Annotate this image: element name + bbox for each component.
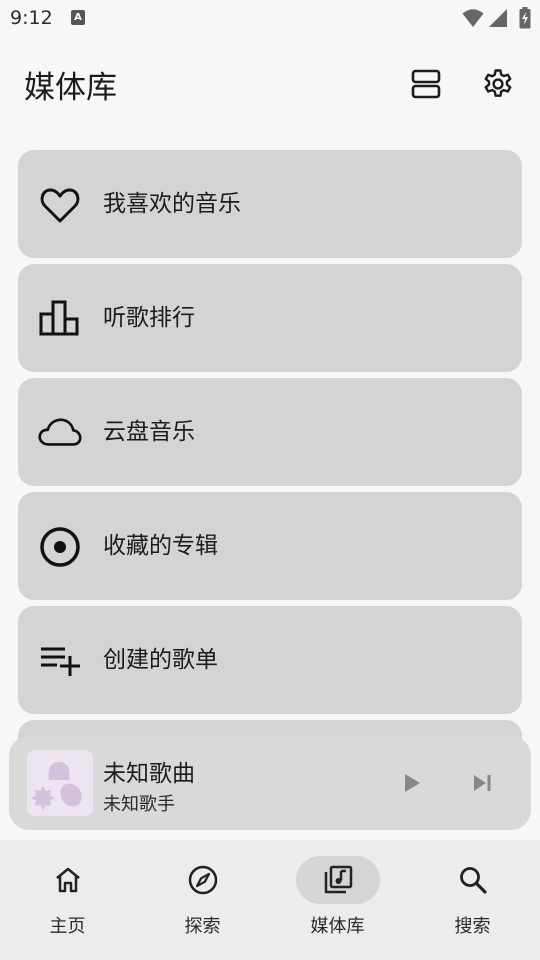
page-title: 媒体库 [24, 70, 117, 106]
cloud-outline-icon [38, 411, 82, 455]
home-icon [55, 867, 80, 893]
nav-item-library[interactable]: 媒体库 [270, 840, 405, 960]
bottom-navigation: 主页 探索 媒体库 搜索 [0, 840, 540, 960]
library-music-icon [324, 865, 352, 894]
library-item-cloud[interactable]: 云盘音乐 [18, 378, 522, 486]
wifi-icon [462, 9, 484, 27]
notification-a-icon: A [71, 10, 85, 25]
library-item-albums[interactable]: 收藏的专辑 [18, 492, 522, 600]
library-item-label: 我喜欢的音乐 [103, 191, 241, 217]
mini-player[interactable]: 未知歌曲 未知歌手 [9, 736, 531, 830]
nav-pill-active [295, 856, 380, 904]
playlist-add-icon [38, 639, 82, 683]
library-item-label: 云盘音乐 [103, 419, 195, 445]
play-button[interactable] [393, 764, 431, 802]
status-time: 9:12 [10, 7, 53, 29]
album-cover [27, 750, 93, 816]
song-title: 未知歌曲 [103, 761, 195, 787]
library-item-label: 听歌排行 [103, 305, 195, 331]
library-item-favorites[interactable]: 我喜欢的音乐 [18, 150, 522, 258]
placeholder-shapes-icon [31, 762, 82, 810]
view-layout-button[interactable] [400, 62, 452, 106]
library-item-ranking[interactable]: 听歌排行 [18, 264, 522, 372]
status-bar: 9:12 A [0, 0, 540, 36]
song-artist: 未知歌手 [103, 794, 175, 815]
nav-pill [161, 856, 245, 904]
nav-item-search[interactable]: 搜索 [405, 840, 540, 960]
nav-item-home[interactable]: 主页 [0, 840, 135, 960]
view-layout-icon [411, 69, 441, 99]
library-item-playlists[interactable]: 创建的歌单 [18, 606, 522, 714]
search-icon [459, 867, 487, 894]
compass-icon [188, 865, 217, 895]
settings-gear-icon [484, 69, 512, 97]
skip-next-icon [474, 775, 491, 791]
library-item-label: 收藏的专辑 [103, 533, 218, 559]
nav-label: 媒体库 [310, 916, 365, 937]
nav-pill [26, 856, 110, 904]
nav-item-explore[interactable]: 探索 [135, 840, 270, 960]
nav-pill [431, 856, 515, 904]
next-track-button[interactable] [464, 764, 502, 802]
battery-charging-icon [519, 7, 531, 29]
nav-label: 搜索 [454, 916, 491, 937]
heart-outline-icon [38, 183, 82, 227]
play-icon [405, 774, 420, 792]
settings-button[interactable] [474, 60, 522, 108]
cell-signal-icon [489, 9, 507, 27]
nav-label: 主页 [49, 916, 86, 937]
ranking-bars-icon [38, 297, 82, 341]
library-item-label: 创建的歌单 [103, 647, 218, 673]
album-disc-icon [38, 525, 82, 569]
nav-label: 探索 [184, 916, 221, 937]
